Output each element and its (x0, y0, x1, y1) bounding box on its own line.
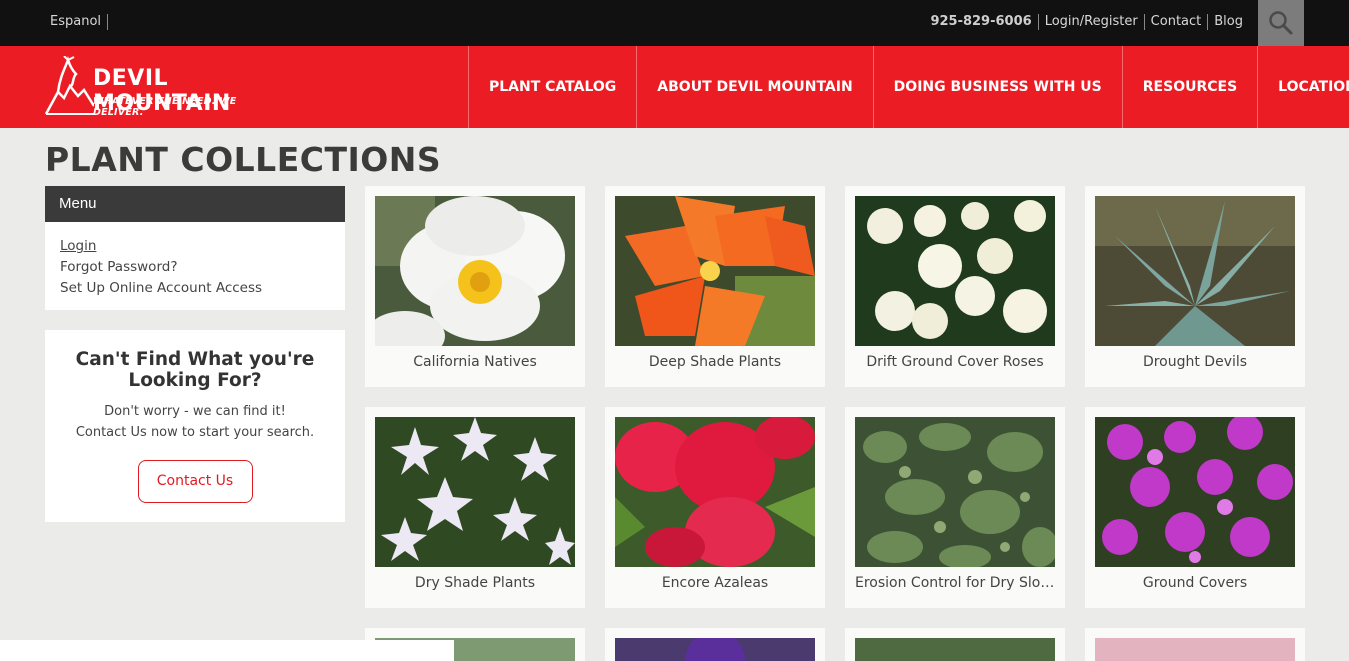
account-access-link[interactable]: Set Up Online Account Access (60, 278, 330, 299)
language-link[interactable]: Espanol (50, 14, 109, 30)
login-link[interactable]: Login (60, 236, 330, 257)
red-azalea-image[interactable] (615, 417, 815, 567)
contact-us-button[interactable]: Contact Us (137, 460, 253, 503)
brand-tagline: WHATEVER THE NEED. WE DELIVER. (93, 96, 237, 118)
main-nav: PLANT CATALOG ABOUT DEVIL MOUNTAIN DOING… (468, 46, 1349, 128)
collection-label[interactable]: Ground Covers (1085, 575, 1305, 591)
phone-number[interactable]: 925-829-6006 (924, 14, 1039, 30)
nav-doing-business[interactable]: DOING BUSINESS WITH US (874, 46, 1123, 128)
nav-about[interactable]: ABOUT DEVIL MOUNTAIN (637, 46, 874, 128)
nav-plant-catalog[interactable]: PLANT CATALOG (469, 46, 638, 128)
blog-link[interactable]: Blog (1208, 14, 1249, 30)
bottom-overlay-strip (0, 640, 454, 661)
search-button[interactable] (1258, 0, 1304, 46)
account-menu: Menu Login Forgot Password? Set Up Onlin… (45, 186, 345, 310)
collection-card[interactable]: California Natives (365, 186, 585, 387)
orange-clivia-image[interactable] (615, 196, 815, 346)
collection-label[interactable]: Drift Ground Cover Roses (845, 354, 1065, 370)
collection-card[interactable]: Encore Azaleas (605, 407, 825, 608)
purple-phlox-image[interactable] (1095, 417, 1295, 567)
promo-text: Don't worry - we can find it! Contact Us… (45, 401, 345, 443)
contact-promo: Can't Find What you're Looking For? Don'… (45, 330, 345, 522)
promo-line-2: Contact Us now to start your search. (75, 425, 315, 440)
forgot-password-link[interactable]: Forgot Password? (60, 257, 330, 278)
contact-link[interactable]: Contact (1145, 14, 1209, 30)
collection-label[interactable]: Deep Shade Plants (605, 354, 825, 370)
agave-image[interactable] (1095, 196, 1295, 346)
partial-fern-image[interactable] (855, 638, 1055, 661)
collection-card-partial[interactable] (845, 628, 1065, 661)
logo[interactable]: DEVIL MOUNTAIN WHATEVER THE NEED. WE DEL… (44, 56, 274, 118)
partial-purple-image[interactable] (615, 638, 815, 661)
nav-locations[interactable]: LOCATIONS (1258, 46, 1349, 128)
promo-title: Can't Find What you're Looking For? (75, 349, 315, 391)
collection-card[interactable]: Drought Devils (1085, 186, 1305, 387)
login-register-link[interactable]: Login/Register (1039, 14, 1145, 30)
collection-card[interactable]: Drift Ground Cover Roses (845, 186, 1065, 387)
menu-links: Login Forgot Password? Set Up Online Acc… (45, 222, 345, 313)
collection-label[interactable]: Encore Azaleas (605, 575, 825, 591)
collection-label[interactable]: Drought Devils (1085, 354, 1305, 370)
collection-label[interactable]: Dry Shade Plants (365, 575, 585, 591)
collection-card[interactable]: Ground Covers (1085, 407, 1305, 608)
collection-card[interactable]: Deep Shade Plants (605, 186, 825, 387)
menu-title: Menu (45, 186, 345, 222)
white-rose-image[interactable] (855, 196, 1055, 346)
search-icon (1269, 11, 1293, 35)
promo-line-1: Don't worry - we can find it! (104, 404, 286, 419)
groundcover-shrub-image[interactable] (855, 417, 1055, 567)
devil-mountain-logo-icon (44, 56, 94, 115)
white-poppy-image[interactable] (375, 196, 575, 346)
page-title: PLANT COLLECTIONS (45, 140, 442, 179)
collection-card[interactable]: Dry Shade Plants (365, 407, 585, 608)
collection-card-partial[interactable] (605, 628, 825, 661)
collection-card[interactable]: Erosion Control for Dry Slopes (845, 407, 1065, 608)
collection-card-partial[interactable] (1085, 628, 1305, 661)
nav-resources[interactable]: RESOURCES (1123, 46, 1259, 128)
collection-label[interactable]: Erosion Control for Dry Slopes (845, 575, 1065, 591)
top-utility-bar: Espanol 925-829-6006 Login/Register Cont… (0, 0, 1349, 46)
collection-label[interactable]: California Natives (365, 354, 585, 370)
starflower-image[interactable] (375, 417, 575, 567)
partial-pink-image[interactable] (1095, 638, 1295, 661)
utility-links: 925-829-6006 Login/Register Contact Blog (924, 14, 1249, 30)
main-header: DEVIL MOUNTAIN WHATEVER THE NEED. WE DEL… (0, 46, 1349, 128)
